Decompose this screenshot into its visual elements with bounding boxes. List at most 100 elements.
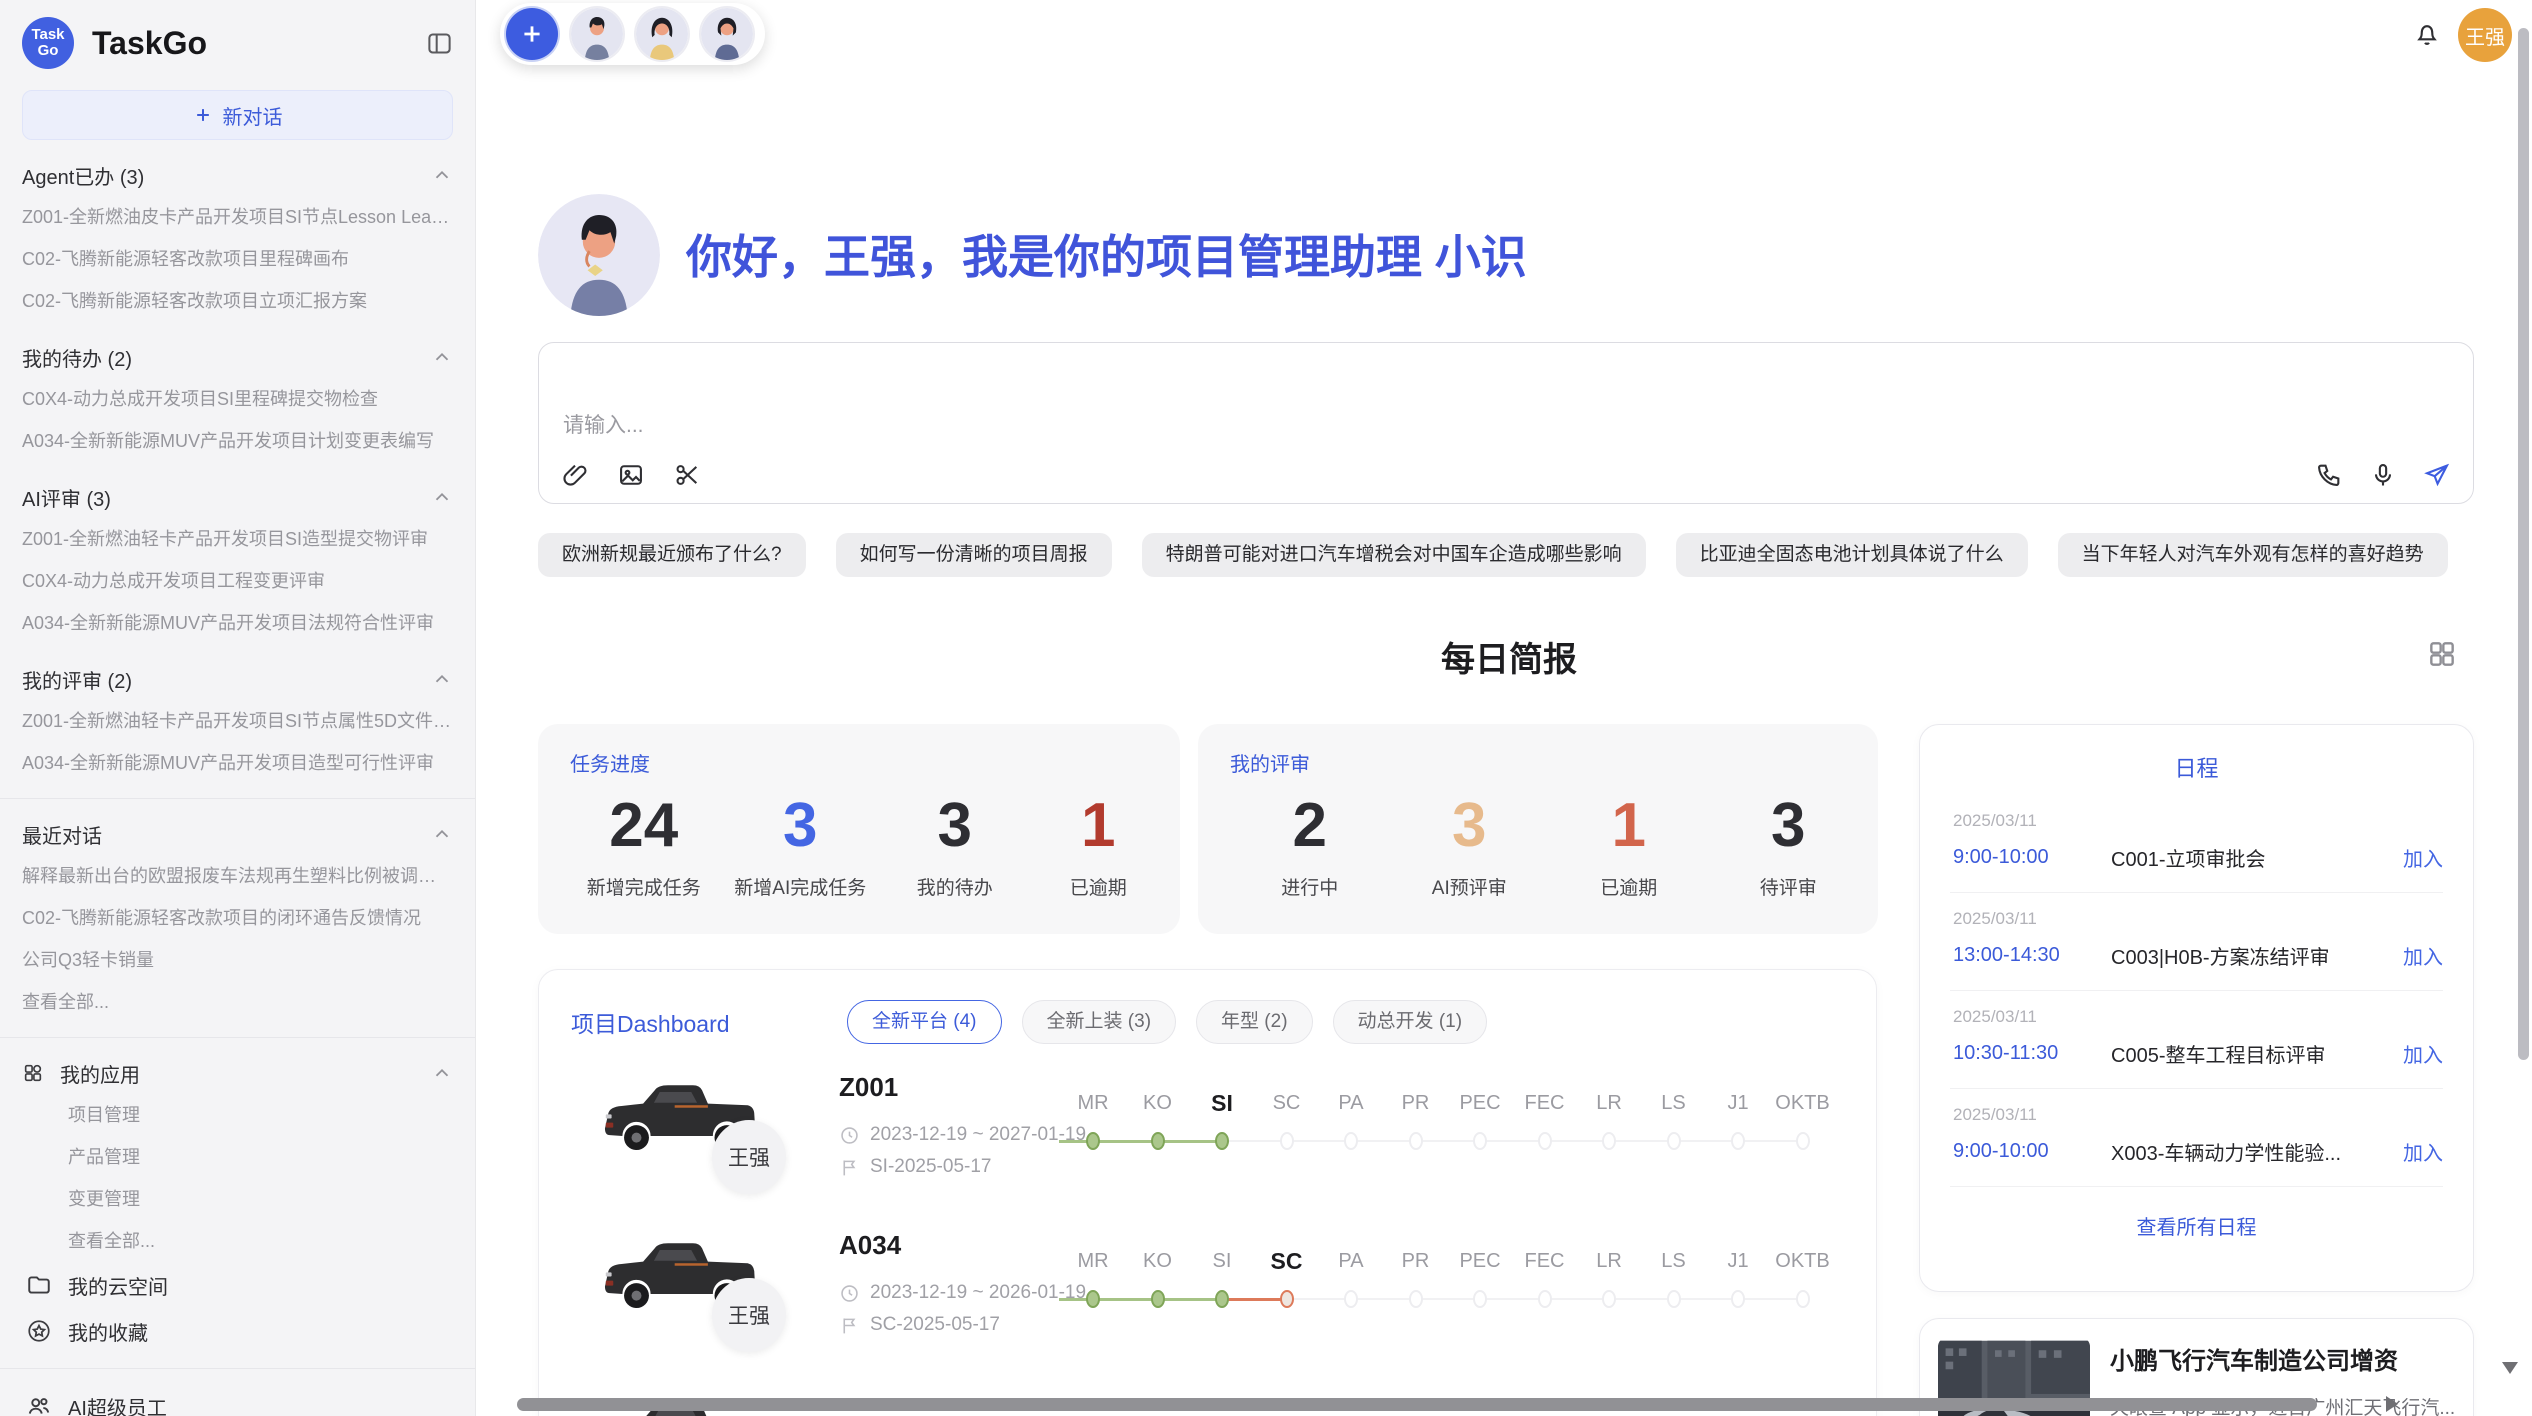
project-row: 王强Z0012023-12-19 ~ 2027-01-19SI-2025-05-…: [539, 1066, 1876, 1224]
add-conversation-button[interactable]: [506, 8, 558, 60]
chat-input[interactable]: 请输入...: [538, 342, 2474, 504]
suggestion-chip[interactable]: 比亚迪全固态电池计划具体说了什么: [1676, 533, 2028, 577]
snip-icon[interactable]: [673, 461, 701, 489]
chevron-up-icon[interactable]: [431, 668, 453, 690]
suggestion-chip[interactable]: 当下年轻人对汽车外观有怎样的喜好趋势: [2058, 533, 2448, 577]
app-item[interactable]: 项目管理: [22, 1094, 453, 1136]
favorites-link[interactable]: 我的收藏: [22, 1308, 453, 1354]
horizontal-scrollbar[interactable]: [517, 1398, 2317, 1411]
dashboard-tab[interactable]: 全新上装 (3): [1022, 1000, 1177, 1044]
project-owner-badge: 王强: [712, 1278, 786, 1352]
milestone-node[interactable]: [1086, 1290, 1100, 1308]
milestone-node[interactable]: [1409, 1132, 1423, 1150]
sidebar-item[interactable]: Z001-全新燃油轻卡产品开发项目SI节点属性5D文件评审: [22, 700, 453, 742]
milestone-node[interactable]: [1796, 1132, 1810, 1150]
avatar[interactable]: [701, 8, 753, 60]
dashboard-tab[interactable]: 年型 (2): [1196, 1000, 1313, 1044]
milestone-node[interactable]: [1667, 1132, 1681, 1150]
join-meeting-link[interactable]: 加入: [2403, 1039, 2443, 1068]
phone-icon[interactable]: [2315, 461, 2343, 489]
sidebar-tool-label: AI超级员工: [68, 1392, 167, 1416]
milestone-node[interactable]: [1280, 1132, 1294, 1150]
suggestion-chip[interactable]: 如何写一份清晰的项目周报: [836, 533, 1112, 577]
sidebar-item[interactable]: C02-飞腾新能源轻客改款项目里程碑画布: [22, 238, 453, 280]
chevron-up-icon[interactable]: [431, 346, 453, 368]
dashboard-title: 项目Dashboard: [571, 1005, 847, 1039]
milestone-label: OKTB: [1768, 1088, 1838, 1118]
chevron-up-icon[interactable]: [431, 823, 453, 845]
chevron-up-icon[interactable]: [431, 486, 453, 508]
user-avatar[interactable]: 王强: [2458, 8, 2512, 62]
chevron-up-icon[interactable]: [431, 164, 453, 186]
milestone-node[interactable]: [1215, 1290, 1229, 1308]
view-all-schedule-link[interactable]: 查看所有日程: [1920, 1211, 2473, 1240]
app-item[interactable]: 查看全部...: [22, 1220, 453, 1262]
milestone-node[interactable]: [1538, 1132, 1552, 1150]
dashboard-tab[interactable]: 动总开发 (1): [1333, 1000, 1488, 1044]
milestone-label: SC: [1252, 1088, 1322, 1118]
sidebar-item[interactable]: Z001-全新燃油皮卡产品开发项目SI节点Lesson Learn报告: [22, 196, 453, 238]
sidebar-group-header: 最近对话: [22, 813, 453, 855]
recent-chat-item[interactable]: 公司Q3轻卡销量: [22, 939, 453, 981]
milestone-node[interactable]: [1151, 1132, 1165, 1150]
join-meeting-link[interactable]: 加入: [2403, 941, 2443, 970]
milestone-node[interactable]: [1086, 1132, 1100, 1150]
chevron-up-icon[interactable]: [431, 1062, 453, 1084]
sidebar-item[interactable]: C02-飞腾新能源轻客改款项目立项汇报方案: [22, 280, 453, 322]
sidebar-item[interactable]: Z001-全新燃油轻卡产品开发项目SI造型提交物评审: [22, 518, 453, 560]
project-dates: 2023-12-19 ~ 2026-01-19: [839, 1282, 1086, 1304]
milestone-node[interactable]: [1280, 1290, 1294, 1308]
recent-chat-item[interactable]: C02-飞腾新能源轻客改款项目的闭环通告反馈情况: [22, 897, 453, 939]
milestone-node[interactable]: [1473, 1290, 1487, 1308]
schedule-item-main: 9:00-10:00X003-车辆动力学性能验...加入: [1950, 1137, 2443, 1166]
recent-chat-item[interactable]: 解释最新出台的欧盟报废车法规再生塑料比例被调至15%...: [22, 855, 453, 897]
sidebar-item[interactable]: A034-全新新能源MUV产品开发项目计划变更表编写: [22, 420, 453, 462]
milestone-node[interactable]: [1602, 1132, 1616, 1150]
avatar[interactable]: [636, 8, 688, 60]
sidebar-group-header: AI评审 (3): [22, 476, 453, 518]
layout-grid-icon[interactable]: [2426, 638, 2458, 670]
milestone-node[interactable]: [1731, 1290, 1745, 1308]
suggestion-chip[interactable]: 特朗普可能对进口汽车增税会对中国车企造成哪些影响: [1142, 533, 1646, 577]
ai-super-staff-link[interactable]: AI超级员工: [22, 1383, 453, 1416]
milestone-node[interactable]: [1344, 1132, 1358, 1150]
dashboard-tab[interactable]: 全新平台 (4): [847, 1000, 1002, 1044]
project-flag-text: SC-2025-05-17: [870, 1314, 1000, 1336]
attach-icon[interactable]: [561, 461, 589, 489]
milestone-node[interactable]: [1344, 1290, 1358, 1308]
mic-icon[interactable]: [2369, 461, 2397, 489]
sidebar-group-header: 我的应用: [22, 1052, 453, 1094]
cloud-space-link[interactable]: 我的云空间: [22, 1262, 453, 1308]
milestone-node[interactable]: [1667, 1290, 1681, 1308]
schedule-date: 2025/03/11: [1950, 811, 2443, 831]
greeting-text: 你好，王强，我是你的项目管理助理 小识: [686, 226, 1527, 288]
vertical-scrollbar[interactable]: [2518, 28, 2529, 1060]
notifications-bell-icon[interactable]: [2412, 18, 2442, 48]
image-upload-icon[interactable]: [617, 461, 645, 489]
milestone-node[interactable]: [1151, 1290, 1165, 1308]
apps-grid-icon: [22, 1062, 44, 1084]
sidebar-item[interactable]: C0X4-动力总成开发项目SI里程碑提交物检查: [22, 378, 453, 420]
milestone-node[interactable]: [1538, 1290, 1552, 1308]
milestone-node[interactable]: [1409, 1290, 1423, 1308]
avatar[interactable]: [571, 8, 623, 60]
recent-chat-item[interactable]: 查看全部...: [22, 981, 453, 1023]
join-meeting-link[interactable]: 加入: [2403, 1137, 2443, 1166]
sidebar-item[interactable]: C0X4-动力总成开发项目工程变更评审: [22, 560, 453, 602]
suggestion-chip[interactable]: 欧洲新规最近颁布了什么?: [538, 533, 806, 577]
milestone-node[interactable]: [1473, 1132, 1487, 1150]
milestone-node[interactable]: [1215, 1132, 1229, 1150]
milestone-node[interactable]: [1731, 1132, 1745, 1150]
milestone-node[interactable]: [1796, 1290, 1810, 1308]
scroll-down-arrow[interactable]: [2502, 1362, 2518, 1374]
app-item[interactable]: 产品管理: [22, 1136, 453, 1178]
join-meeting-link[interactable]: 加入: [2403, 843, 2443, 872]
sidebar-item[interactable]: A034-全新新能源MUV产品开发项目造型可行性评审: [22, 742, 453, 784]
app-item[interactable]: 变更管理: [22, 1178, 453, 1220]
sidebar-item[interactable]: A034-全新新能源MUV产品开发项目法规符合性评审: [22, 602, 453, 644]
milestone-node[interactable]: [1602, 1290, 1616, 1308]
scroll-right-arrow[interactable]: [2386, 1396, 2398, 1412]
collapse-sidebar-icon[interactable]: [426, 30, 453, 57]
send-icon[interactable]: [2423, 461, 2451, 489]
new-chat-button[interactable]: 新对话: [22, 90, 453, 140]
